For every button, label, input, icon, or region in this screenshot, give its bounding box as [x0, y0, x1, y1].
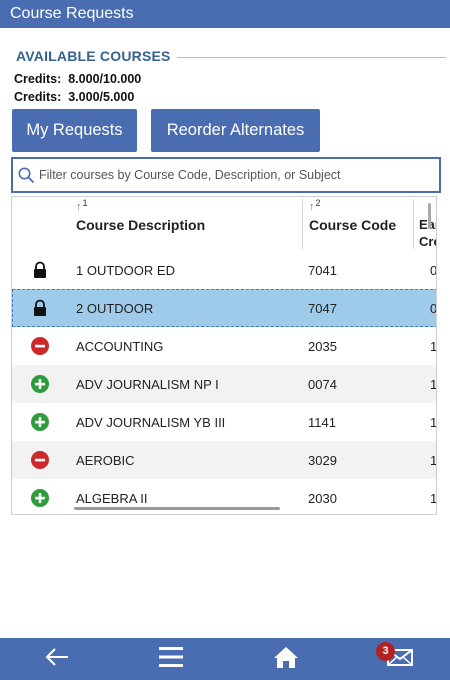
section-header: AVAILABLE COURSES: [16, 46, 446, 66]
column-title-line2: Cre: [419, 234, 436, 249]
add-circle-icon[interactable]: [31, 489, 49, 507]
course-description: ALGEBRA II: [76, 491, 148, 506]
column-divider[interactable]: [302, 199, 303, 249]
course-code: 7041: [308, 263, 337, 278]
notification-badge: 3: [376, 642, 395, 661]
course-code: 1141: [308, 415, 336, 430]
earned-credits: 0: [430, 301, 437, 316]
column-title: Course Code: [309, 217, 397, 233]
credits-value: 8.000/10.000: [68, 72, 142, 86]
credits-line-1: Credits: 8.000/10.000: [14, 72, 141, 86]
add-circle-icon[interactable]: [31, 413, 49, 431]
horizontal-scrollbar[interactable]: [74, 507, 280, 510]
title-bar: Course Requests: [0, 0, 450, 28]
menu-button[interactable]: [146, 638, 196, 680]
remove-circle-icon[interactable]: [31, 451, 49, 469]
remove-circle-icon[interactable]: [31, 337, 49, 355]
search-input[interactable]: [39, 161, 439, 189]
table-row[interactable]: ACCOUNTING 2035 1: [12, 327, 437, 365]
grid-header: ↑1 Course Description ↑2 Course Code Ear…: [12, 197, 436, 251]
table-row[interactable]: ADV JOURNALISM YB III 1141 1: [12, 403, 437, 441]
home-button[interactable]: [261, 638, 311, 680]
course-grid: ↑1 Course Description ↑2 Course Code Ear…: [11, 196, 437, 515]
back-arrow-icon: [44, 647, 70, 672]
menu-icon: [158, 646, 184, 673]
lock-icon: [31, 299, 49, 317]
earned-credits: 1: [430, 339, 437, 354]
column-divider[interactable]: [413, 199, 414, 249]
credits-line-2: Credits: 3.000/5.000: [14, 90, 134, 104]
column-course-description[interactable]: ↑1 Course Description: [74, 197, 304, 251]
arrow-up-icon: ↑1: [76, 198, 88, 213]
arrow-up-icon: ↑2: [309, 198, 321, 213]
course-code: 7047: [308, 301, 337, 316]
earned-credits: 1: [430, 377, 437, 392]
earned-credits: 0: [430, 263, 437, 278]
back-button[interactable]: [32, 638, 82, 680]
credits-value: 3.000/5.000: [68, 90, 135, 104]
course-code: 3029: [308, 453, 337, 468]
table-row[interactable]: 1 OUTDOOR ED 7041 0: [12, 251, 437, 289]
bottom-nav-bar: 3: [0, 638, 450, 680]
table-row[interactable]: AEROBIC 3029 1: [12, 441, 437, 479]
course-code: 2030: [308, 491, 337, 506]
earned-credits: 1: [430, 491, 437, 506]
sort-order: 2: [315, 198, 321, 208]
reorder-alternates-button[interactable]: Reorder Alternates: [151, 109, 320, 152]
sort-order: 1: [82, 198, 88, 208]
course-description: ADV JOURNALISM NP I: [76, 377, 219, 392]
vertical-scrollbar[interactable]: [428, 203, 431, 229]
search-icon[interactable]: [13, 160, 39, 190]
earned-credits: 1: [430, 415, 437, 430]
add-circle-icon[interactable]: [31, 375, 49, 393]
course-description: 2 OUTDOOR: [76, 301, 154, 316]
page-title: Course Requests: [10, 5, 134, 22]
section-divider: [176, 56, 446, 58]
course-description: ACCOUNTING: [76, 339, 164, 354]
home-icon: [273, 645, 299, 674]
my-requests-button[interactable]: My Requests: [12, 109, 137, 152]
course-description: 1 OUTDOOR ED: [76, 263, 175, 278]
column-course-code[interactable]: ↑2 Course Code: [307, 197, 417, 251]
course-code: 0074: [308, 377, 337, 392]
column-title: Course Description: [76, 217, 206, 233]
section-title: AVAILABLE COURSES: [16, 48, 171, 64]
course-description: ADV JOURNALISM YB III: [76, 415, 226, 430]
lock-icon: [31, 261, 49, 279]
table-row[interactable]: 2 OUTDOOR 7047 0: [12, 289, 437, 327]
column-earned-credits[interactable]: Ear Cre: [417, 197, 436, 251]
search-box: [11, 157, 441, 193]
credits-label: Credits:: [14, 90, 62, 104]
table-row[interactable]: ADV JOURNALISM NP I 0074 1: [12, 365, 437, 403]
course-code: 2035: [308, 339, 337, 354]
course-description: AEROBIC: [76, 453, 135, 468]
earned-credits: 1: [430, 453, 437, 468]
credits-label: Credits:: [14, 72, 62, 86]
